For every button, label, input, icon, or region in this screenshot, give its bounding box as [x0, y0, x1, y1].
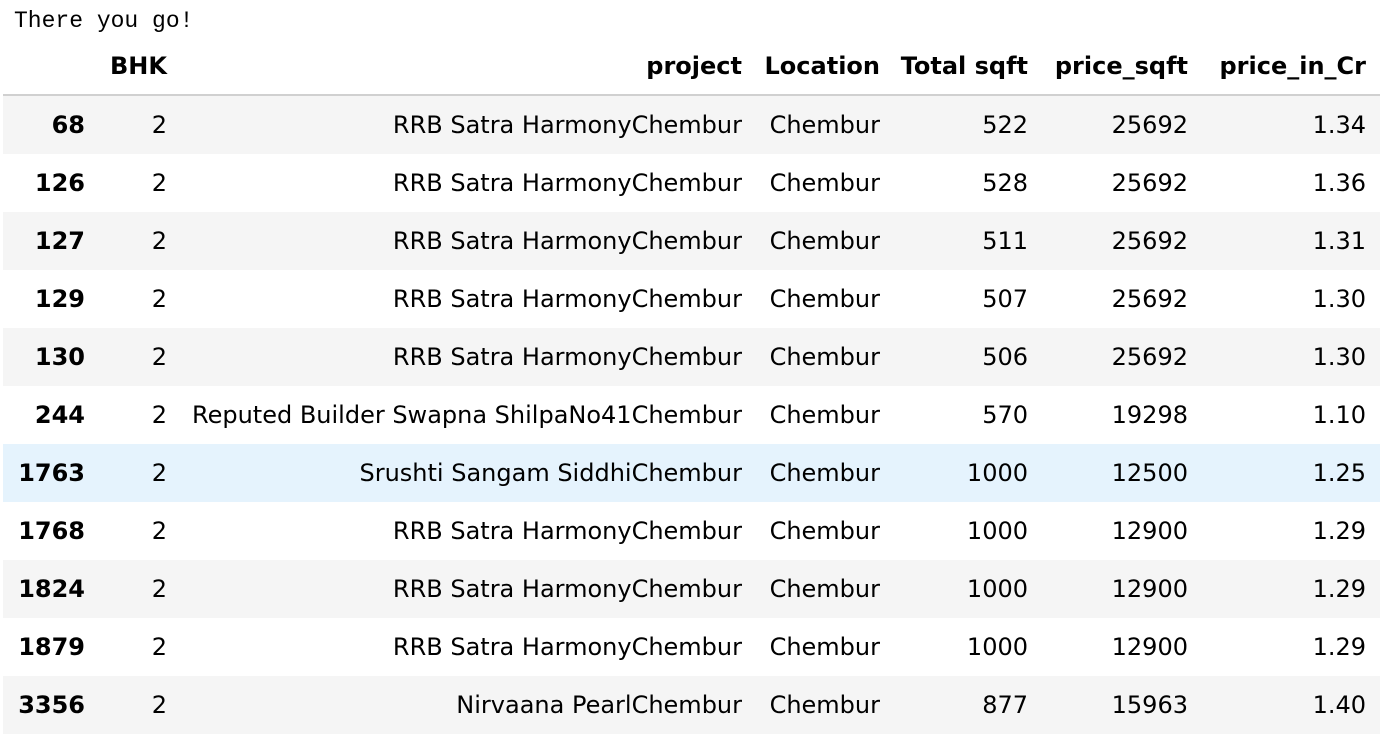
- table-row: 126 2 RRB Satra HarmonyChembur Chembur 528 25…: [3, 154, 1380, 212]
- column-header-price-in-cr: price_in_Cr: [1202, 38, 1380, 96]
- table-row: 1763 2 Srushti Sangam SiddhiChembur Chembur…: [3, 444, 1380, 502]
- cell-project: RRB Satra HarmonyChembur: [392, 575, 742, 603]
- cell-project: RRB Satra HarmonyChembur: [392, 285, 742, 313]
- table-row: 129 2 RRB Satra HarmonyChembur Chembur 507 25…: [3, 270, 1380, 328]
- cell-bhk: 2: [151, 343, 167, 371]
- cell-total-sqft: 1000: [966, 459, 1028, 487]
- cell-price-sqft: 25692: [1111, 343, 1188, 371]
- table-header-row: BHK project Location Total sqft price_sq…: [3, 38, 1380, 96]
- column-header-bhk: BHK: [99, 38, 181, 96]
- cell-bhk: 2: [151, 169, 167, 197]
- cell-location: Chembur: [769, 459, 880, 487]
- cell-project: RRB Satra HarmonyChembur: [392, 111, 742, 139]
- cell-price-in-cr: 1.40: [1312, 691, 1366, 719]
- table-row: 127 2 RRB Satra HarmonyChembur Chembur 511 25…: [3, 212, 1380, 270]
- cell-location: Chembur: [769, 111, 880, 139]
- dataframe-table: BHK project Location Total sqft price_sq…: [3, 38, 1380, 734]
- cell-bhk: 2: [151, 111, 167, 139]
- cell-bhk: 2: [151, 285, 167, 313]
- cell-project: RRB Satra HarmonyChembur: [392, 227, 742, 255]
- cell-bhk: 2: [151, 633, 167, 661]
- table-row: 3356 2 Nirvaana PearlChembur Chembur 877 1596…: [3, 676, 1380, 734]
- cell-total-sqft: 507: [982, 285, 1028, 313]
- row-index: 1768: [18, 517, 85, 545]
- row-index: 244: [34, 401, 85, 429]
- cell-price-sqft: 12900: [1111, 633, 1188, 661]
- column-header-total-sqft: Total sqft: [894, 38, 1042, 96]
- cell-total-sqft: 511: [982, 227, 1028, 255]
- cell-project: RRB Satra HarmonyChembur: [392, 517, 742, 545]
- cell-project: RRB Satra HarmonyChembur: [392, 169, 742, 197]
- cell-location: Chembur: [769, 169, 880, 197]
- cell-price-sqft: 12900: [1111, 517, 1188, 545]
- cell-price-in-cr: 1.29: [1312, 575, 1366, 603]
- cell-total-sqft: 1000: [966, 575, 1028, 603]
- row-index: 1824: [18, 575, 85, 603]
- cell-price-sqft: 12500: [1111, 459, 1188, 487]
- row-index: 126: [34, 169, 85, 197]
- cell-price-sqft: 19298: [1111, 401, 1188, 429]
- cell-bhk: 2: [151, 517, 167, 545]
- table-row: 68 2 RRB Satra HarmonyChembur Chembur 522 256…: [3, 95, 1380, 154]
- cell-location: Chembur: [769, 633, 880, 661]
- cell-price-sqft: 25692: [1111, 285, 1188, 313]
- cell-total-sqft: 506: [982, 343, 1028, 371]
- cell-project: Reputed Builder Swapna ShilpaNo41Chembur: [191, 401, 742, 429]
- cell-project: RRB Satra HarmonyChembur: [392, 633, 742, 661]
- cell-price-in-cr: 1.10: [1312, 401, 1366, 429]
- row-index: 68: [51, 111, 85, 139]
- table-row: 1824 2 RRB Satra HarmonyChembur Chembur 1000…: [3, 560, 1380, 618]
- cell-bhk: 2: [151, 459, 167, 487]
- cell-total-sqft: 1000: [966, 633, 1028, 661]
- table-row: 244 2 Reputed Builder Swapna ShilpaNo41Che…: [3, 386, 1380, 444]
- cell-project: Nirvaana PearlChembur: [456, 691, 742, 719]
- cell-price-sqft: 15963: [1111, 691, 1188, 719]
- row-index: 1879: [18, 633, 85, 661]
- cell-location: Chembur: [769, 691, 880, 719]
- column-header-project: project: [181, 38, 756, 96]
- cell-price-in-cr: 1.31: [1312, 227, 1366, 255]
- cell-total-sqft: 522: [982, 111, 1028, 139]
- cell-location: Chembur: [769, 517, 880, 545]
- cell-price-in-cr: 1.34: [1312, 111, 1366, 139]
- cell-total-sqft: 877: [982, 691, 1028, 719]
- cell-total-sqft: 570: [982, 401, 1028, 429]
- cell-total-sqft: 528: [982, 169, 1028, 197]
- cell-bhk: 2: [151, 227, 167, 255]
- cell-location: Chembur: [769, 343, 880, 371]
- index-header: [3, 38, 99, 96]
- row-index: 130: [34, 343, 85, 371]
- cell-price-in-cr: 1.29: [1312, 633, 1366, 661]
- cell-bhk: 2: [151, 575, 167, 603]
- cell-price-in-cr: 1.29: [1312, 517, 1366, 545]
- cell-price-sqft: 12900: [1111, 575, 1188, 603]
- cell-project: Srushti Sangam SiddhiChembur: [359, 459, 742, 487]
- cell-bhk: 2: [151, 691, 167, 719]
- cell-project: RRB Satra HarmonyChembur: [392, 343, 742, 371]
- row-index: 129: [34, 285, 85, 313]
- column-header-location: Location: [756, 38, 894, 96]
- row-index: 127: [34, 227, 85, 255]
- cell-location: Chembur: [769, 227, 880, 255]
- row-index: 3356: [18, 691, 85, 719]
- column-header-price-sqft: price_sqft: [1042, 38, 1202, 96]
- cell-location: Chembur: [769, 401, 880, 429]
- cell-price-sqft: 25692: [1111, 227, 1188, 255]
- cell-price-in-cr: 1.25: [1312, 459, 1366, 487]
- cell-price-sqft: 25692: [1111, 169, 1188, 197]
- cell-location: Chembur: [769, 575, 880, 603]
- cell-bhk: 2: [151, 401, 167, 429]
- table-row: 1768 2 RRB Satra HarmonyChembur Chembur 1000…: [3, 502, 1380, 560]
- cell-location: Chembur: [769, 285, 880, 313]
- cell-price-in-cr: 1.30: [1312, 343, 1366, 371]
- cell-output-text: There you go!: [14, 8, 194, 34]
- cell-price-in-cr: 1.36: [1312, 169, 1366, 197]
- table-row: 130 2 RRB Satra HarmonyChembur Chembur 506 25…: [3, 328, 1380, 386]
- cell-price-in-cr: 1.30: [1312, 285, 1366, 313]
- table-row: 1879 2 RRB Satra HarmonyChembur Chembur 1000…: [3, 618, 1380, 676]
- row-index: 1763: [18, 459, 85, 487]
- cell-total-sqft: 1000: [966, 517, 1028, 545]
- cell-price-sqft: 25692: [1111, 111, 1188, 139]
